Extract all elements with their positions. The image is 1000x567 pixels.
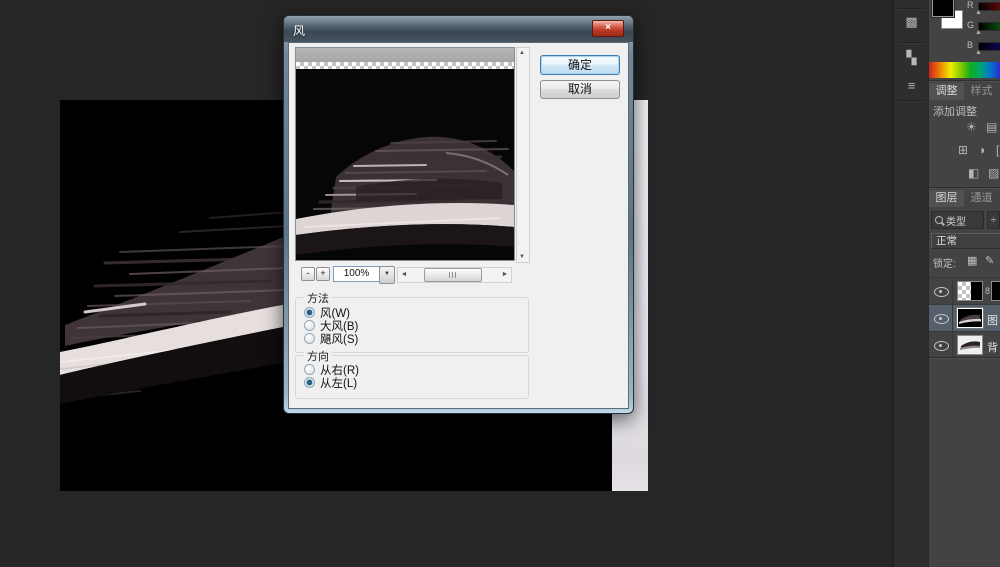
brightness-contrast-icon[interactable]: ☀ xyxy=(966,120,977,134)
visibility-toggle[interactable] xyxy=(929,332,953,359)
scroll-left-icon[interactable]: ◄ xyxy=(398,268,410,280)
color-balance-icon[interactable]: ◑ xyxy=(978,143,985,157)
radio-from-left[interactable]: 从左(L) xyxy=(304,376,357,389)
panel-dock-strip: ▩ ▚ ≡ xyxy=(893,0,928,567)
radio-stagger[interactable]: 飓风(S) xyxy=(304,332,358,345)
wind-filter-dialog[interactable]: 风 × xyxy=(283,15,634,414)
method-groupbox: 方法 风(W) 大风(B) 飓风(S) xyxy=(295,297,529,353)
panel-dock-icon-3[interactable]: ≡ xyxy=(894,78,929,93)
lock-transparent-pixels-icon[interactable]: ▦ xyxy=(967,254,977,267)
levels-icon[interactable]: ▤ xyxy=(986,120,997,134)
preview-transparency-strip xyxy=(296,62,514,69)
radio-from-right-circle[interactable] xyxy=(304,364,315,375)
layer-thumbnail[interactable] xyxy=(957,281,983,301)
layers-channels-tabs: 图层 通道 xyxy=(929,190,1000,207)
direction-groupbox: 方向 从右(R) 从左(L) xyxy=(295,355,529,399)
panel-divider xyxy=(929,357,1000,358)
dock-divider xyxy=(899,8,923,9)
dialog-titlebar[interactable]: 风 × xyxy=(284,16,633,42)
preview-gray-band xyxy=(296,48,514,62)
preview-shoe-image xyxy=(296,69,514,260)
lock-label: 锁定: xyxy=(933,255,956,270)
zoom-in-button[interactable]: + xyxy=(316,267,330,281)
layer-thumbnail[interactable] xyxy=(957,308,983,328)
vibrance-icon[interactable]: ◧ xyxy=(968,166,979,180)
zoom-out-button[interactable]: - xyxy=(301,267,315,281)
eye-icon xyxy=(934,287,949,297)
thumbnail-shoe-light xyxy=(958,336,982,354)
blend-mode-dropdown[interactable]: 正常 xyxy=(931,233,1000,249)
ok-button[interactable]: 确定 xyxy=(540,55,620,75)
adjustments-styles-tabs: 调整 样式 xyxy=(929,83,1000,100)
lock-row: 锁定: ▦ ✎ xyxy=(929,253,1000,271)
thumbnail-shoe-dark xyxy=(958,309,982,327)
filter-dropdown-icon: ÷ xyxy=(991,215,997,226)
add-adjustments-label: 添加调整 xyxy=(933,103,977,119)
red-slider-thumb[interactable]: ▲ xyxy=(975,9,982,16)
photoshop-workspace: 风 × xyxy=(0,0,1000,567)
exposure-icon[interactable]: [ xyxy=(996,143,999,157)
tab-styles[interactable]: 样式 xyxy=(964,83,999,100)
scroll-down-icon[interactable]: ▼ xyxy=(517,252,527,262)
curves-icon[interactable]: ⊞ xyxy=(958,143,968,157)
blend-mode-row: 正常 xyxy=(929,233,1000,251)
dialog-client-area: ▲ ▼ - + 100% ▼ ◄ ► 方法 风(W) xyxy=(288,42,629,409)
filter-preview[interactable] xyxy=(295,47,515,261)
panel-dock-icon-1[interactable]: ▩ xyxy=(894,14,929,30)
eye-icon xyxy=(934,314,949,324)
preview-zoom-controls: - + 100% ▼ ◄ ► xyxy=(289,265,628,285)
radio-stagger-circle[interactable] xyxy=(304,333,315,344)
blue-slider-thumb[interactable]: ▲ xyxy=(975,49,982,56)
foreground-color-swatch[interactable] xyxy=(932,0,954,17)
layer-name: 图 xyxy=(987,312,998,328)
gradient-map-icon[interactable]: ▨ xyxy=(988,166,999,180)
scroll-right-icon[interactable]: ► xyxy=(499,268,511,280)
radio-from-left-circle[interactable] xyxy=(304,377,315,388)
preview-vscrollbar[interactable]: ▲ ▼ xyxy=(516,47,530,263)
thumbnail-black-half xyxy=(958,282,982,300)
eye-icon xyxy=(934,341,949,351)
layer-name: 背 xyxy=(987,339,998,355)
search-icon xyxy=(935,216,943,224)
layer-thumbnail[interactable] xyxy=(957,335,983,355)
layer-row-background[interactable]: 背 xyxy=(929,331,1000,358)
radio-blast-circle[interactable] xyxy=(304,320,315,331)
tab-adjustments[interactable]: 调整 xyxy=(929,83,964,100)
panel-divider xyxy=(929,187,1000,188)
visibility-toggle[interactable] xyxy=(929,305,953,332)
hscrollbar-thumb[interactable] xyxy=(424,268,482,282)
right-panel: R ▲ G ▲ B ▲ 调整 样式 添加调整 ☀ ▤ ⊞ ◑ [ ◧ ▨ xyxy=(928,0,1000,567)
panel-divider xyxy=(929,80,1000,81)
color-spectrum-ramp[interactable] xyxy=(929,62,1000,78)
preview-hscrollbar[interactable]: ◄ ► xyxy=(397,267,512,283)
lock-image-pixels-icon[interactable]: ✎ xyxy=(985,254,994,267)
visibility-toggle[interactable] xyxy=(929,278,953,305)
layer-row-mask[interactable]: 8 xyxy=(929,277,1000,305)
filter-dropdown-button[interactable]: ÷ xyxy=(987,211,1000,229)
mask-thumbnail[interactable] xyxy=(991,281,1000,301)
zoom-dropdown-icon[interactable]: ▼ xyxy=(379,266,395,284)
tab-layers[interactable]: 图层 xyxy=(929,190,964,207)
layer-row-layer1[interactable]: 图 xyxy=(929,304,1000,332)
layer-filter-type[interactable]: 类型 xyxy=(931,211,984,229)
radio-wind-circle[interactable] xyxy=(304,307,315,318)
cancel-button[interactable]: 取消 xyxy=(540,80,620,99)
thumb-grip xyxy=(449,272,458,278)
close-icon[interactable]: × xyxy=(592,20,624,37)
dialog-title: 风 xyxy=(293,22,305,39)
green-slider-thumb[interactable]: ▲ xyxy=(975,29,982,36)
scroll-up-icon[interactable]: ▲ xyxy=(517,48,527,58)
zoom-level-value[interactable]: 100% xyxy=(333,266,380,282)
filter-type-label: 类型 xyxy=(946,213,966,228)
dock-divider xyxy=(899,42,923,43)
panel-dock-icon-2[interactable]: ▚ xyxy=(894,50,929,66)
tab-channels[interactable]: 通道 xyxy=(964,190,999,207)
link-icon: 8 xyxy=(985,286,990,296)
dock-divider xyxy=(899,100,923,101)
